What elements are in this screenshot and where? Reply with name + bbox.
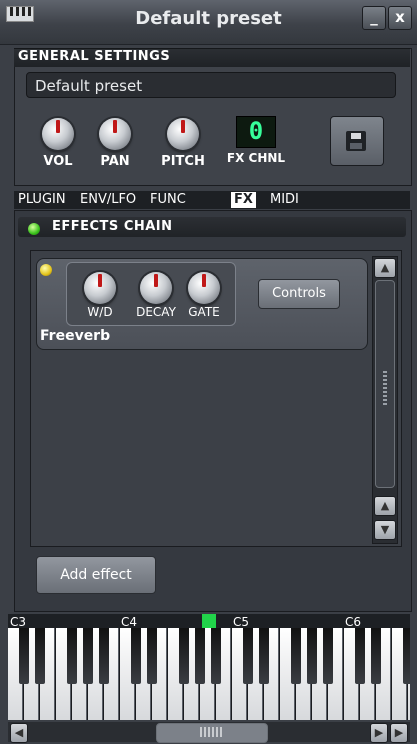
scroll-left-icon[interactable]: ◀ (10, 723, 28, 743)
preset-name-field[interactable]: Default preset (26, 72, 396, 98)
minimize-button[interactable]: _ (362, 6, 386, 30)
black-key[interactable] (147, 628, 157, 684)
effects-chain-enable-led[interactable] (28, 223, 40, 235)
black-key[interactable] (179, 628, 189, 684)
tab-bar (14, 191, 410, 209)
gate-knob[interactable] (188, 272, 220, 304)
effect-enable-led[interactable] (40, 264, 52, 276)
scroll-right-icon[interactable]: ▶ (370, 723, 388, 743)
black-key[interactable] (99, 628, 109, 684)
black-key[interactable] (355, 628, 365, 684)
wet-dry-label: W/D (87, 305, 113, 319)
window-title: Default preset (135, 8, 282, 29)
move-down-icon[interactable]: ▼ (374, 520, 396, 540)
black-key[interactable] (195, 628, 205, 684)
tab-plugin[interactable]: PLUGIN (18, 192, 66, 208)
black-key[interactable] (19, 628, 29, 684)
black-key[interactable] (243, 628, 253, 684)
volume-knob[interactable] (42, 118, 74, 150)
black-key[interactable] (371, 628, 381, 684)
tab-env-lfo[interactable]: ENV/LFO (80, 192, 136, 208)
scroll-up-icon[interactable]: ▲ (374, 258, 396, 278)
octave-label: C6 (345, 615, 362, 629)
black-key[interactable] (67, 628, 77, 684)
octave-label: C4 (121, 615, 138, 629)
base-note-marker[interactable] (202, 614, 216, 628)
tab-midi[interactable]: MIDI (270, 192, 299, 208)
scroll-grip-icon (383, 371, 387, 405)
tab-fx[interactable]: FX (231, 192, 256, 208)
gate-label: GATE (188, 305, 220, 319)
pitch-knob-label: PITCH (161, 154, 205, 169)
fx-channel-spinbox[interactable]: 0 (236, 116, 276, 148)
fx-channel-value: 0 (248, 117, 264, 145)
add-effect-button[interactable]: Add effect (36, 556, 156, 594)
decay-label: DECAY (136, 305, 176, 319)
effect-controls-button[interactable]: Controls (258, 279, 340, 309)
fx-channel-label: FX CHNL (226, 151, 286, 165)
pan-knob[interactable] (99, 118, 131, 150)
close-button[interactable]: x (388, 6, 412, 30)
black-key[interactable] (403, 628, 410, 684)
black-key[interactable] (259, 628, 269, 684)
black-key[interactable] (307, 628, 317, 684)
octave-label: C3 (10, 615, 27, 629)
black-key[interactable] (35, 628, 45, 684)
wet-dry-knob[interactable] (84, 272, 116, 304)
scroll-grip-icon (200, 727, 222, 737)
effect-name: Freeverb (40, 328, 111, 344)
move-up-icon[interactable]: ▲ (374, 496, 396, 516)
effects-chain-heading: EFFECTS CHAIN (52, 219, 173, 234)
octave-label: C5 (233, 615, 250, 629)
decay-knob[interactable] (140, 272, 172, 304)
scroll-right-icon[interactable]: ▶ (390, 723, 408, 743)
black-key[interactable] (131, 628, 141, 684)
black-key[interactable] (83, 628, 93, 684)
black-key[interactable] (291, 628, 301, 684)
tab-func[interactable]: FUNC (150, 192, 186, 208)
piano-keyboard[interactable] (8, 628, 410, 720)
general-settings-heading: GENERAL SETTINGS (14, 48, 410, 67)
save-disk-icon (346, 131, 366, 151)
black-key[interactable] (211, 628, 221, 684)
pitch-knob[interactable] (167, 118, 199, 150)
black-key[interactable] (323, 628, 333, 684)
